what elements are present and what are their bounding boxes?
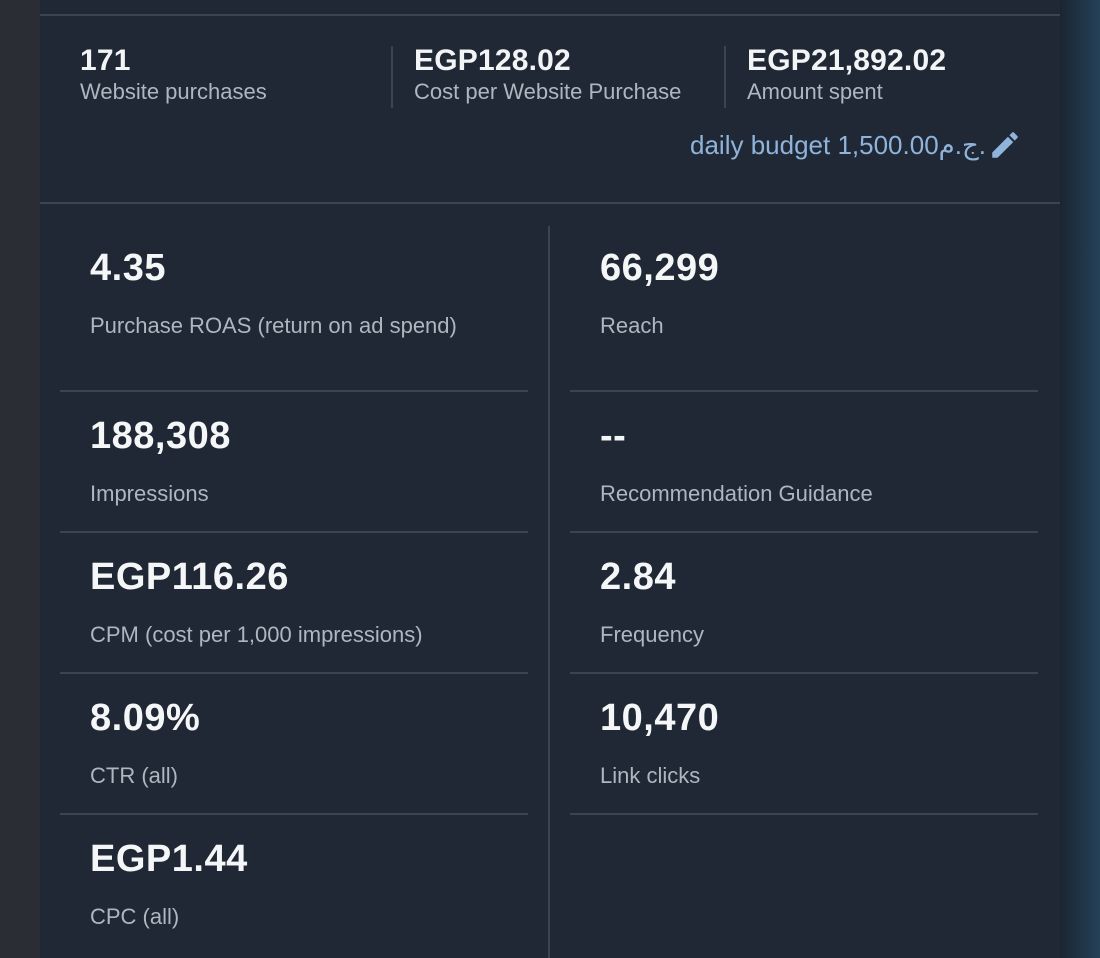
- summary-value: EGP128.02: [414, 44, 571, 77]
- section-divider: [40, 202, 1060, 204]
- metric-impressions: 188,308 Impressions: [60, 394, 528, 533]
- metric-value: EGP1.44: [90, 838, 248, 880]
- summary-divider: [391, 46, 393, 108]
- metric-label: Link clicks: [600, 763, 701, 788]
- metric-cpm: EGP116.26 CPM (cost per 1,000 impression…: [60, 535, 528, 674]
- summary-cost-per-purchase: EGP128.02 Cost per Website Purchase: [414, 44, 681, 106]
- metric-value: 4.35: [90, 247, 166, 289]
- summary-divider: [724, 46, 726, 108]
- metric-value: 188,308: [90, 415, 231, 457]
- metric-link-clicks: 10,470 Link clicks: [570, 676, 1038, 815]
- metric-label: Recommendation Guidance: [600, 481, 873, 506]
- summary-label: Amount spent: [747, 79, 883, 104]
- metric-value: 8.09%: [90, 697, 201, 739]
- pencil-icon[interactable]: [988, 128, 1022, 162]
- metric-divider: [570, 390, 1038, 392]
- metric-divider: [60, 813, 528, 815]
- metric-value: 2.84: [600, 556, 676, 598]
- metric-divider: [570, 672, 1038, 674]
- metric-purchase-roas: 4.35 Purchase ROAS (return on ad spend): [60, 226, 528, 392]
- results-summary: 171 Website purchases EGP128.02 Cost per…: [40, 16, 1060, 202]
- metric-label: CPC (all): [90, 904, 180, 929]
- metric-label: Purchase ROAS (return on ad spend): [90, 313, 457, 338]
- metric-divider: [60, 672, 528, 674]
- metric-divider: [570, 531, 1038, 533]
- daily-budget-link[interactable]: daily budget 1,500.00ج.م.: [690, 128, 1022, 162]
- ad-results-panel: 171 Website purchases EGP128.02 Cost per…: [40, 0, 1060, 958]
- metric-cpc: EGP1.44 CPC (all): [60, 817, 528, 956]
- summary-amount-spent: EGP21,892.02 Amount spent: [747, 44, 946, 106]
- metric-value: 66,299: [600, 247, 720, 289]
- summary-label: Cost per Website Purchase: [414, 79, 682, 104]
- metric-divider: [570, 813, 1038, 815]
- metric-divider: [60, 390, 528, 392]
- summary-website-purchases: 171 Website purchases: [80, 44, 267, 106]
- metric-reach: 66,299 Reach: [570, 226, 1038, 392]
- summary-label: Website purchases: [80, 79, 267, 104]
- metric-divider: [60, 531, 528, 533]
- metric-value: 10,470: [600, 697, 720, 739]
- metric-label: Reach: [600, 313, 664, 338]
- metric-value: EGP116.26: [90, 556, 289, 598]
- metric-label: CPM (cost per 1,000 impressions): [90, 622, 423, 647]
- summary-value: EGP21,892.02: [747, 44, 947, 77]
- metric-frequency: 2.84 Frequency: [570, 535, 1038, 674]
- summary-value: 171: [80, 44, 131, 77]
- column-divider: [548, 226, 550, 958]
- metric-label: Frequency: [600, 622, 704, 647]
- metric-label: Impressions: [90, 481, 209, 506]
- metric-value: --: [600, 415, 627, 457]
- metric-recommendation-guidance: -- Recommendation Guidance: [570, 394, 1038, 533]
- metric-ctr: 8.09% CTR (all): [60, 676, 528, 815]
- metric-label: CTR (all): [90, 763, 178, 788]
- daily-budget-text[interactable]: daily budget 1,500.00ج.م.: [690, 129, 986, 161]
